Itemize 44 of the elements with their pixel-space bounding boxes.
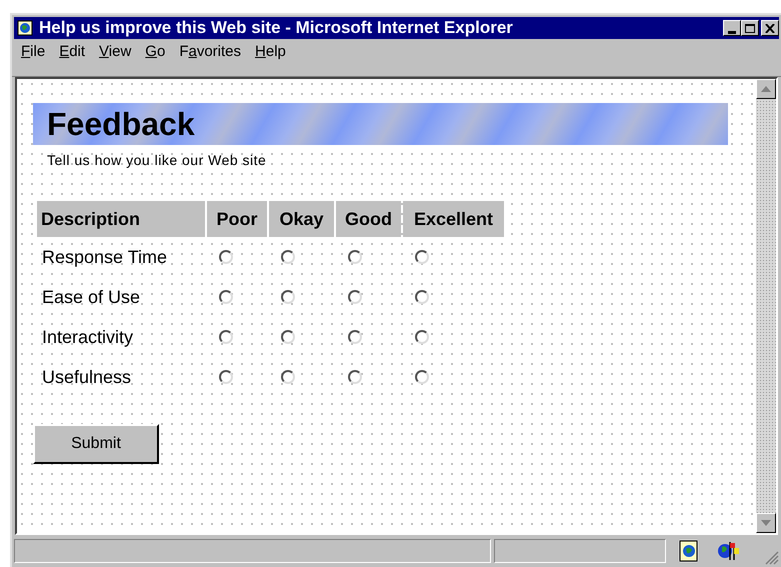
radio-button[interactable] bbox=[415, 330, 429, 344]
column-header: Description bbox=[37, 201, 205, 237]
menu-item[interactable]: View bbox=[98, 40, 132, 64]
row-label: Usefulness bbox=[41, 366, 132, 388]
menu-item[interactable]: Edit bbox=[58, 40, 86, 64]
menu-item[interactable]: Help bbox=[254, 40, 287, 64]
subtitle: Tell us how you like our Web site bbox=[46, 151, 268, 170]
menu-item[interactable]: Favorites bbox=[178, 40, 242, 64]
page-heading: Feedback bbox=[47, 108, 195, 140]
close-button[interactable] bbox=[761, 20, 779, 36]
radio-button[interactable] bbox=[281, 370, 295, 384]
radio-button[interactable] bbox=[415, 370, 429, 384]
radio-button[interactable] bbox=[281, 250, 295, 264]
maximize-button[interactable] bbox=[741, 20, 759, 36]
radio-button[interactable] bbox=[219, 250, 233, 264]
radio-button[interactable] bbox=[348, 330, 362, 344]
radio-button[interactable] bbox=[415, 290, 429, 304]
radio-button[interactable] bbox=[281, 330, 295, 344]
row-label: Interactivity bbox=[41, 326, 134, 349]
globe-page-icon bbox=[679, 540, 699, 562]
submit-button[interactable]: Submit bbox=[33, 424, 159, 464]
row-label: Ease of Use bbox=[41, 286, 142, 308]
resize-grip-icon[interactable] bbox=[765, 551, 779, 565]
column-header: Excellent bbox=[403, 201, 504, 237]
radio-button[interactable] bbox=[348, 290, 362, 304]
column-header: Poor bbox=[207, 201, 267, 237]
scrollbar[interactable] bbox=[756, 79, 776, 533]
radio-button[interactable] bbox=[219, 290, 233, 304]
column-header: Good bbox=[336, 201, 401, 237]
radio-button[interactable] bbox=[219, 370, 233, 384]
row-label: Response Time bbox=[41, 246, 168, 269]
menu-item[interactable]: Go bbox=[144, 40, 166, 64]
radio-button[interactable] bbox=[281, 290, 295, 304]
column-header: Okay bbox=[269, 201, 334, 237]
globe-page-icon bbox=[17, 20, 33, 36]
minimize-button[interactable] bbox=[723, 20, 741, 36]
radio-button[interactable] bbox=[219, 330, 233, 344]
window-title: Help us improve this Web site - Microsoft Internet Explorer bbox=[39, 17, 514, 40]
radio-button[interactable] bbox=[348, 370, 362, 384]
menu-item[interactable]: File bbox=[20, 40, 46, 64]
close-icon bbox=[765, 24, 775, 32]
globe-flag-icon bbox=[716, 540, 742, 562]
radio-button[interactable] bbox=[348, 250, 362, 264]
radio-button[interactable] bbox=[415, 250, 429, 264]
